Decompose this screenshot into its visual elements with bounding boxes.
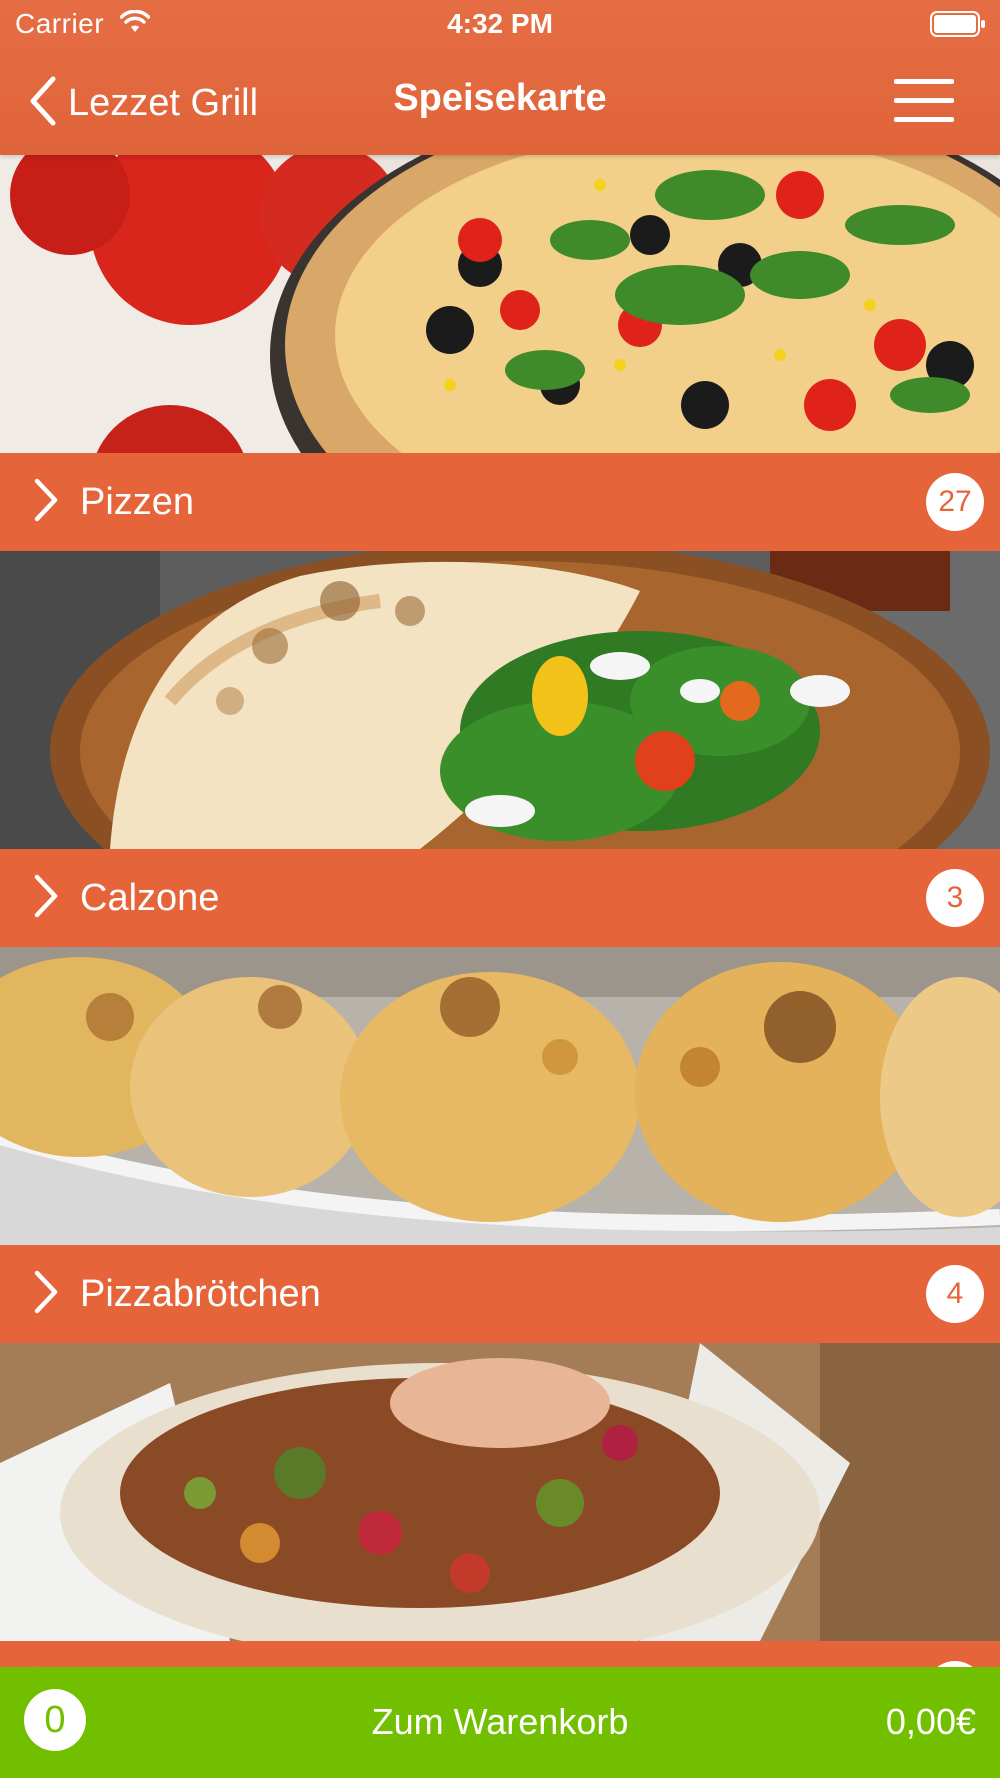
category-pizzabroetchen[interactable]: Pizzabrötchen 4 — [0, 947, 1000, 1344]
pizza-rolls-photo — [0, 947, 1000, 1245]
category-bar: Pizzen 27 — [0, 453, 1000, 552]
item-count-badge: 4 — [926, 1265, 984, 1323]
nav-bar: Lezzet Grill Speisekarte — [0, 55, 1000, 150]
chevron-right-icon — [32, 1270, 60, 1319]
category-calzone[interactable]: Calzone 3 — [0, 551, 1000, 948]
pizza-photo — [0, 155, 1000, 453]
item-count-badge: 27 — [926, 473, 984, 531]
item-count-badge: 3 — [926, 869, 984, 927]
header: Carrier 4:32 PM Lezzet Grill Speisekarte — [0, 0, 1000, 155]
page-title: Speisekarte — [393, 77, 607, 119]
app-screen: Carrier 4:32 PM Lezzet Grill Speisekarte… — [0, 0, 1000, 1778]
hamburger-menu-icon[interactable] — [894, 79, 954, 123]
status-bar: Carrier 4:32 PM — [0, 0, 1000, 50]
status-time: 4:32 PM — [447, 8, 553, 39]
category-pizzen[interactable]: Pizzen 27 — [0, 155, 1000, 552]
category-bar: Calzone 3 — [0, 849, 1000, 948]
calzone-photo — [0, 551, 1000, 849]
category-bar: Pizzabrötchen 4 — [0, 1245, 1000, 1344]
cart-button[interactable]: 0 Zum Warenkorb 0,00€ — [0, 1667, 1000, 1778]
battery-icon — [930, 11, 986, 37]
cart-total: 0,00€ — [885, 1701, 976, 1742]
category-list: Pizzen 27 Calzone 3 Pizzabrötchen 4 — [0, 155, 1000, 1740]
kebab-photo — [0, 1343, 1000, 1641]
category-label: Pizzabrötchen — [80, 1272, 321, 1315]
cart-label: Zum Warenkorb — [371, 1701, 629, 1742]
category-label: Calzone — [80, 876, 220, 919]
category-label: Pizzen — [80, 480, 195, 523]
chevron-right-icon — [32, 478, 60, 527]
chevron-right-icon — [32, 874, 60, 923]
